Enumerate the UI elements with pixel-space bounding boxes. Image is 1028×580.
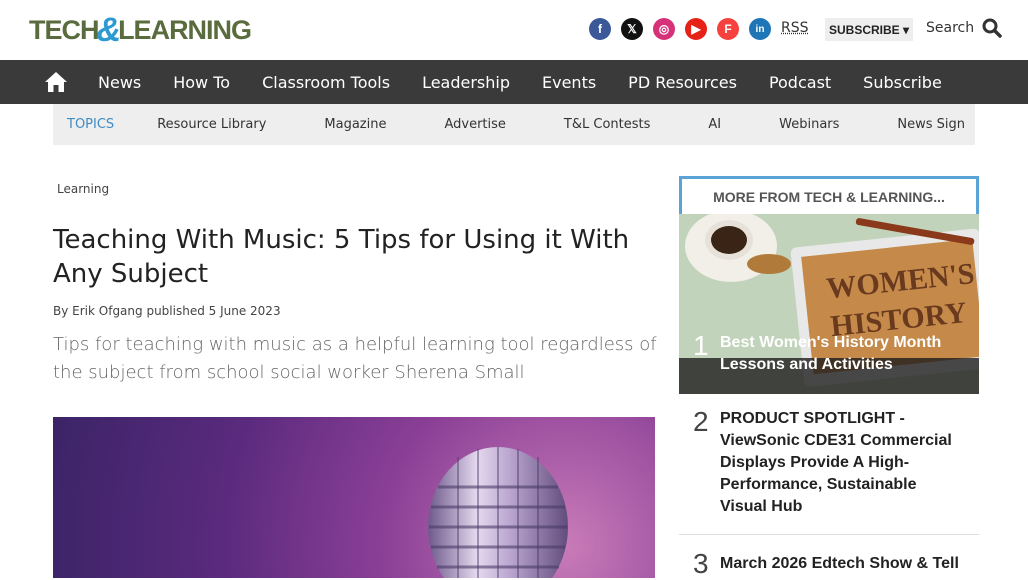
rank-number-2: 2: [693, 406, 709, 437]
nav-item-news[interactable]: News: [98, 73, 141, 92]
main-nav: News How To Classroom Tools Leadership E…: [0, 60, 1028, 104]
linkedin-icon[interactable]: in: [749, 18, 771, 40]
nav-item-classroom-tools[interactable]: Classroom Tools: [262, 73, 390, 92]
sidebar-divider: [679, 534, 979, 535]
author-link[interactable]: Erik Ofgang: [72, 304, 142, 318]
rank-number-1: 1: [693, 330, 709, 361]
nav-item-subscribe[interactable]: Subscribe: [863, 73, 942, 92]
search-icon: [982, 18, 1002, 38]
sidebar-item-2-title[interactable]: PRODUCT SPOTLIGHT - ViewSonic CDE31 Comm…: [720, 408, 965, 518]
site-logo[interactable]: TECH & LEARNING: [29, 10, 252, 49]
nav-item-events[interactable]: Events: [542, 73, 596, 92]
article-title: Teaching With Music: 5 Tips for Using it…: [53, 225, 630, 289]
search-button[interactable]: Search: [926, 18, 1002, 38]
publish-date: 5 June 2023: [208, 304, 281, 318]
topics-bar: TOPICS Resource Library Magazine Adverti…: [53, 104, 975, 145]
social-links: f 𝕏 ◎ ▶ F in: [589, 18, 771, 40]
sidebar-item-1-title[interactable]: Best Women's History Month Lessons and A…: [720, 332, 960, 376]
instagram-icon[interactable]: ◎: [653, 18, 675, 40]
search-label: Search: [926, 20, 975, 36]
topics-label: TOPICS: [67, 117, 115, 132]
topic-ai[interactable]: AI: [708, 117, 721, 132]
topic-tl-contests[interactable]: T&L Contests: [564, 117, 650, 132]
home-icon[interactable]: [44, 71, 68, 93]
topic-magazine[interactable]: Magazine: [324, 117, 386, 132]
byline-prefix: By: [53, 304, 73, 318]
logo-text-left: TECH: [29, 14, 99, 45]
breadcrumb[interactable]: Learning: [57, 182, 109, 196]
x-icon[interactable]: 𝕏: [621, 18, 643, 40]
sidebar-item-3-title[interactable]: March 2026 Edtech Show & Tell: [720, 553, 965, 575]
logo-text-right: LEARNING: [118, 14, 252, 45]
rank-number-3: 3: [693, 548, 709, 579]
youtube-icon[interactable]: ▶: [685, 18, 707, 40]
topic-webinars[interactable]: Webinars: [779, 117, 839, 132]
logo-ampersand: &: [96, 10, 122, 49]
hero-image-microphone: [53, 417, 655, 578]
byline: By Erik Ofgang published 5 June 2023: [53, 304, 281, 318]
published-prefix: published: [142, 304, 209, 318]
topic-advertise[interactable]: Advertise: [444, 117, 505, 132]
sidebar-feature-image[interactable]: WOMEN'S HISTORY 1 Best Women's History M…: [679, 214, 979, 394]
nav-item-how-to[interactable]: How To: [173, 73, 230, 92]
article-dek: Tips for teaching with music as a helpfu…: [53, 334, 657, 383]
sidebar-heading: MORE FROM TECH & LEARNING...: [679, 176, 979, 214]
nav-item-podcast[interactable]: Podcast: [769, 73, 831, 92]
topic-resource-library[interactable]: Resource Library: [157, 117, 266, 132]
more-from-sidebar: MORE FROM TECH & LEARNING... WOMEN'S HIS…: [679, 176, 979, 579]
nav-item-pd-resources[interactable]: PD Resources: [628, 73, 737, 92]
flipboard-icon[interactable]: F: [717, 18, 739, 40]
topic-news-signup[interactable]: News Sign: [897, 117, 965, 132]
subscribe-dropdown[interactable]: SUBSCRIBE ▾: [825, 18, 914, 41]
site-header: TECH & LEARNING f 𝕏 ◎ ▶ F in RSS SUBSCRIBE…: [0, 0, 1028, 60]
microphone-illustration: [428, 447, 568, 578]
rss-link[interactable]: RSS: [781, 20, 809, 36]
nav-item-leadership[interactable]: Leadership: [422, 73, 510, 92]
facebook-icon[interactable]: f: [589, 18, 611, 40]
